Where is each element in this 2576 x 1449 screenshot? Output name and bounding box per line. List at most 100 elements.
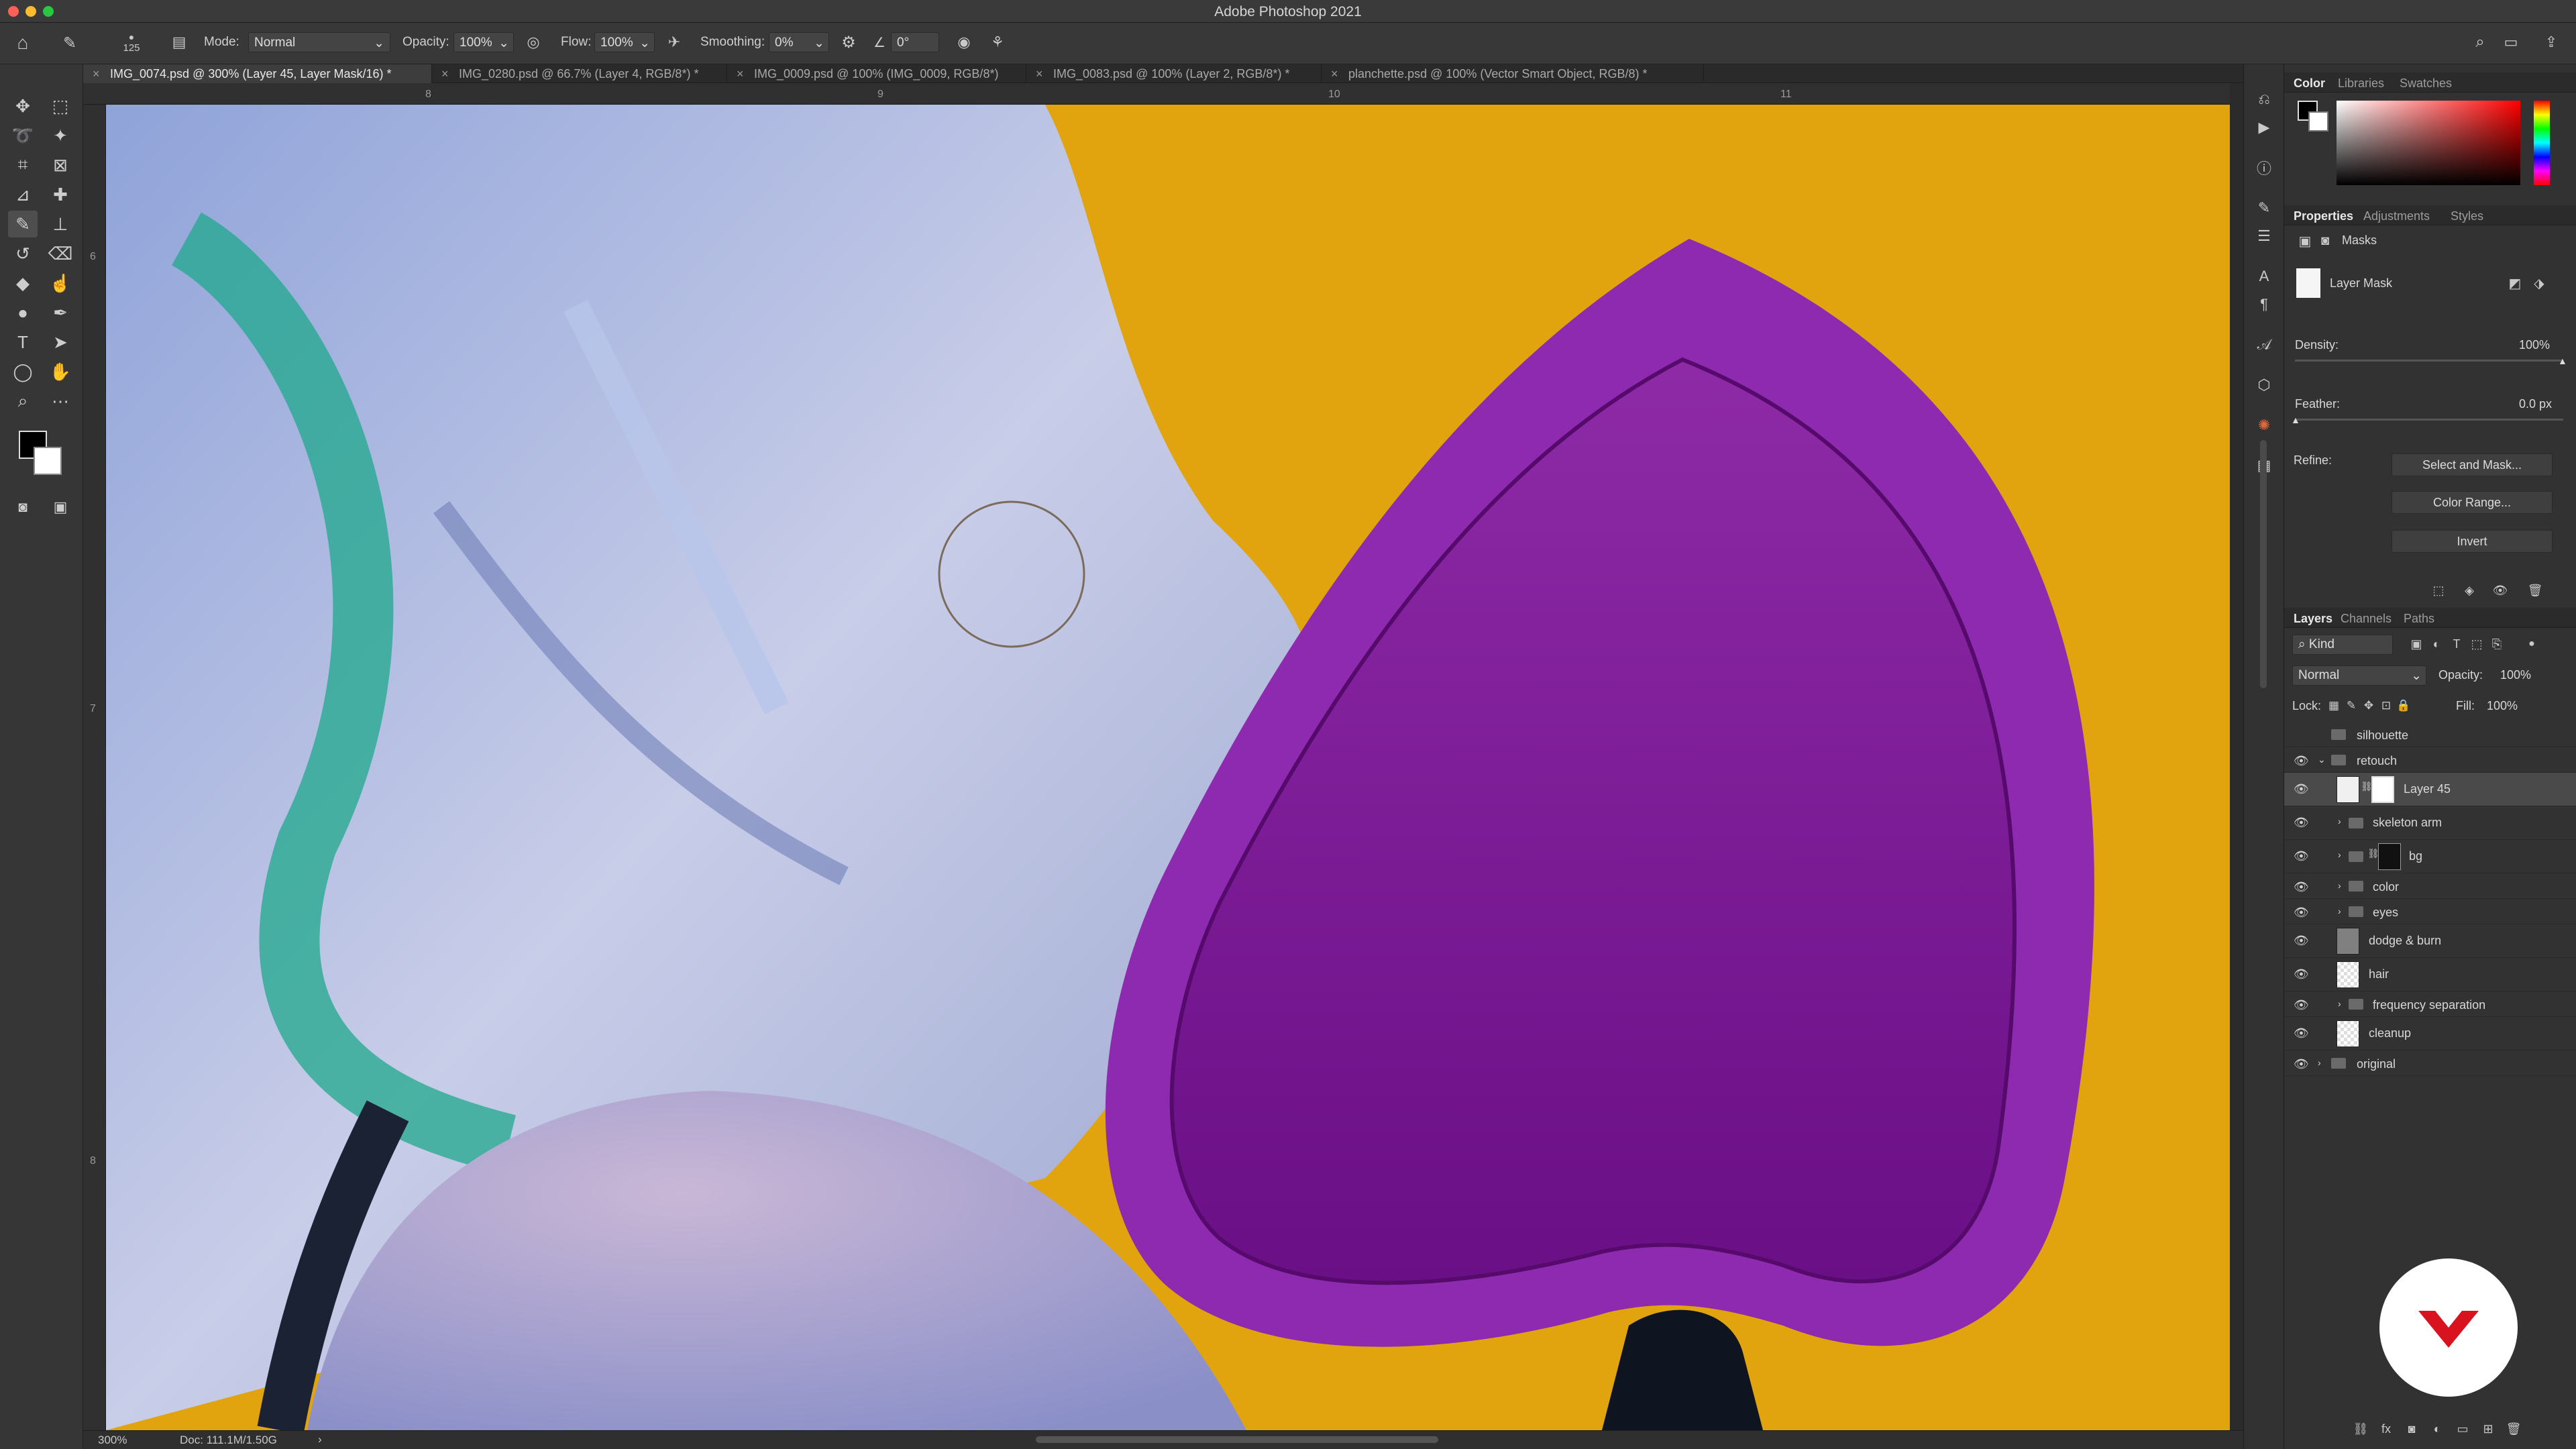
adjustments-icon[interactable]: ☰ bbox=[2252, 224, 2276, 248]
layer-row-bg[interactable]: 👁 › ⛓ bg bbox=[2284, 840, 2576, 873]
status-arrow-icon[interactable]: › bbox=[318, 1433, 322, 1446]
layer-row-skeleton-arm[interactable]: 👁 › skeleton arm bbox=[2284, 806, 2576, 840]
layer-row-cleanup[interactable]: 👁 cleanup bbox=[2284, 1017, 2576, 1051]
doc-size[interactable]: Doc: 111.1M/1.50G bbox=[180, 1434, 277, 1447]
angle-field[interactable]: 0° bbox=[891, 32, 939, 52]
smudge-tool-icon[interactable]: ☝ bbox=[46, 270, 75, 297]
home-icon[interactable]: ⌂ bbox=[11, 31, 35, 55]
link-layers-icon[interactable]: ⛓ bbox=[2351, 1419, 2370, 1438]
crop-tool-icon[interactable]: ⌗ bbox=[8, 152, 38, 178]
hue-slider[interactable] bbox=[2534, 101, 2550, 185]
tab-adjustments[interactable]: Adjustments bbox=[2363, 209, 2430, 223]
type-tool-icon[interactable]: T bbox=[8, 329, 38, 356]
expand-chevron-icon[interactable]: › bbox=[2338, 998, 2341, 1009]
mode-select[interactable]: Normal ⌄ bbox=[248, 32, 390, 52]
eraser-tool-icon[interactable]: ⌫ bbox=[46, 240, 75, 267]
filter-toggle-icon[interactable]: ● bbox=[2523, 635, 2540, 653]
visibility-eye-icon[interactable]: 👁 bbox=[2294, 816, 2309, 830]
layer-row-retouch[interactable]: 👁 ⌄ retouch bbox=[2284, 747, 2576, 773]
paragraph-icon[interactable]: ¶ bbox=[2252, 292, 2276, 317]
paint-bucket-tool-icon[interactable]: ◆ bbox=[8, 270, 38, 297]
tab-paths[interactable]: Paths bbox=[2404, 612, 2434, 626]
flow-field[interactable]: 100% ⌄ bbox=[594, 32, 655, 52]
apply-mask-icon[interactable]: ◈ bbox=[2460, 581, 2479, 600]
pen-tool-icon[interactable]: ✒ bbox=[46, 299, 75, 326]
tab-img-0280[interactable]: × IMG_0280.psd @ 66.7% (Layer 4, RGB/8*) … bbox=[432, 64, 727, 83]
tab-planchette[interactable]: × planchette.psd @ 100% (Vector Smart Obj… bbox=[1322, 64, 1704, 83]
visibility-eye-icon[interactable]: 👁 bbox=[2294, 906, 2309, 920]
layer-opacity-value[interactable]: 100% bbox=[2500, 668, 2531, 682]
airbrush-icon[interactable]: ✈ bbox=[663, 31, 686, 54]
lock-artboard-icon[interactable]: ⊡ bbox=[2378, 696, 2394, 715]
lock-position-icon[interactable]: ✥ bbox=[2361, 696, 2377, 715]
clone-stamp-tool-icon[interactable]: ⊥ bbox=[46, 211, 75, 237]
invert-button[interactable]: Invert bbox=[2392, 530, 2553, 553]
filter-pixel-icon[interactable]: ▣ bbox=[2408, 635, 2425, 653]
expand-chevron-icon[interactable]: › bbox=[2338, 880, 2341, 891]
density-slider-handle[interactable]: ▲ bbox=[2558, 356, 2567, 366]
brush-tool-icon[interactable]: ✎ bbox=[58, 31, 82, 55]
info-icon[interactable]: ⓘ bbox=[2252, 156, 2276, 180]
more-tools-icon[interactable]: ⋯ bbox=[46, 388, 75, 415]
expand-chevron-icon[interactable]: ⌄ bbox=[2318, 754, 2326, 765]
load-selection-icon[interactable]: ⬚ bbox=[2429, 581, 2448, 600]
filter-kind-select[interactable]: ⌕ Kind bbox=[2292, 635, 2393, 655]
expand-chevron-icon[interactable]: › bbox=[2338, 849, 2341, 860]
lock-pixels-icon[interactable]: ✎ bbox=[2343, 696, 2359, 715]
tab-color[interactable]: Color bbox=[2294, 76, 2325, 91]
lock-all-icon[interactable]: 🔒 bbox=[2396, 696, 2412, 715]
add-mask-icon[interactable]: ◙ bbox=[2402, 1419, 2421, 1438]
filter-adjustment-icon[interactable]: ◐ bbox=[2428, 635, 2445, 653]
character-icon[interactable]: A bbox=[2252, 264, 2276, 288]
fill-value[interactable]: 100% bbox=[2487, 699, 2518, 713]
background-color-swatch[interactable] bbox=[34, 447, 62, 475]
gear-icon[interactable]: ⚙ bbox=[837, 31, 860, 54]
visibility-eye-icon[interactable]: 👁 bbox=[2294, 967, 2309, 981]
frame-tool-icon[interactable]: ⊠ bbox=[46, 152, 75, 178]
opacity-field[interactable]: 100% ⌄ bbox=[453, 32, 514, 52]
tab-styles[interactable]: Styles bbox=[2451, 209, 2483, 223]
fx-icon[interactable]: fx bbox=[2377, 1419, 2396, 1438]
search-icon[interactable]: ⌕ bbox=[2469, 31, 2491, 54]
brush-preset-picker[interactable]: ● 125 bbox=[118, 27, 145, 58]
layer-row-eyes[interactable]: 👁 › eyes bbox=[2284, 899, 2576, 924]
visibility-eye-icon[interactable]: 👁 bbox=[2294, 1057, 2309, 1071]
visibility-eye-icon[interactable]: 👁 bbox=[2294, 1026, 2309, 1040]
magic-wand-tool-icon[interactable]: ✦ bbox=[46, 122, 75, 149]
visibility-eye-icon[interactable]: 👁 bbox=[2294, 880, 2309, 894]
plugin-icon[interactable]: ✺ bbox=[2252, 413, 2276, 437]
mask-thumbnail[interactable] bbox=[2378, 843, 2401, 870]
filter-shape-icon[interactable]: ⬚ bbox=[2468, 635, 2485, 653]
brush-settings-icon[interactable]: ▤ bbox=[168, 31, 191, 54]
visibility-eye-icon[interactable]: 👁 bbox=[2294, 782, 2309, 796]
tab-img-0009[interactable]: × IMG_0009.psd @ 100% (IMG_0009, RGB/8*) bbox=[727, 64, 1026, 83]
visibility-icon[interactable]: 👁 bbox=[2491, 581, 2510, 600]
mask-thumbnail[interactable] bbox=[2371, 776, 2394, 803]
layer-row-dodge-burn[interactable]: 👁 dodge & burn bbox=[2284, 924, 2576, 958]
color-field[interactable] bbox=[2337, 101, 2520, 185]
tab-swatches[interactable]: Swatches bbox=[2400, 76, 2452, 91]
select-mask-icon[interactable]: ◩ bbox=[2506, 274, 2524, 292]
dodge-tool-icon[interactable]: ● bbox=[8, 299, 38, 326]
pressure-size-icon[interactable]: ◉ bbox=[953, 31, 975, 54]
zoom-tool-icon[interactable]: ⌕ bbox=[8, 388, 38, 415]
tab-img-0083[interactable]: × IMG_0083.psd @ 100% (Layer 2, RGB/8*) * bbox=[1026, 64, 1322, 83]
symmetry-icon[interactable]: ⚘ bbox=[986, 31, 1009, 54]
healing-brush-tool-icon[interactable]: ✚ bbox=[46, 181, 75, 208]
move-tool-icon[interactable]: ✥ bbox=[8, 93, 38, 119]
select-and-mask-button[interactable]: Select and Mask... bbox=[2392, 453, 2553, 476]
document-canvas[interactable] bbox=[106, 105, 2230, 1430]
close-icon[interactable]: × bbox=[93, 67, 100, 81]
tab-layers[interactable]: Layers bbox=[2294, 612, 2332, 626]
layer-row-frequency-separation[interactable]: 👁 › frequency separation bbox=[2284, 991, 2576, 1017]
path-selection-tool-icon[interactable]: ➤ bbox=[46, 329, 75, 356]
glyphs-icon[interactable]: 𝒜 bbox=[2252, 333, 2276, 357]
workspace-icon[interactable]: ▭ bbox=[2500, 31, 2522, 54]
close-icon[interactable]: × bbox=[1036, 67, 1043, 81]
color-range-button[interactable]: Color Range... bbox=[2392, 491, 2553, 514]
new-group-icon[interactable]: ▭ bbox=[2453, 1419, 2472, 1438]
close-icon[interactable]: × bbox=[1331, 67, 1338, 81]
density-slider[interactable] bbox=[2295, 360, 2563, 362]
lock-transparent-icon[interactable]: ▦ bbox=[2326, 696, 2342, 715]
filter-type-icon[interactable]: T bbox=[2448, 635, 2465, 653]
